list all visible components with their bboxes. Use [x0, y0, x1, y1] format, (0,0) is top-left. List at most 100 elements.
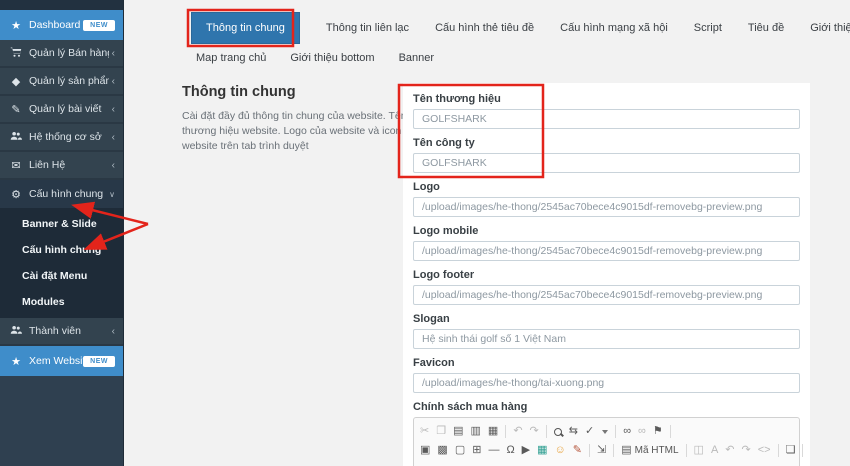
- users-icon: [8, 130, 24, 144]
- tab-bar-row1: Thông tin chung Thông tin liên lạc Cấu h…: [191, 10, 850, 46]
- toolbar-separator: [613, 444, 614, 457]
- toolbar-separator: [802, 444, 803, 457]
- toolbar-separator: [686, 444, 687, 457]
- gear-icon: ⚙: [8, 188, 24, 201]
- html-doc-icon: ▤: [621, 445, 631, 456]
- toolbar-separator: [670, 425, 671, 438]
- table-icon[interactable]: ⊞: [472, 445, 481, 456]
- logo-input[interactable]: [413, 197, 800, 217]
- toolbar-separator: [615, 425, 616, 438]
- field-ten-thuong-hieu: Tên thương hiệu: [413, 93, 800, 129]
- find-icon[interactable]: [554, 428, 562, 436]
- tab-cau-hinh-mang-xa-hoi[interactable]: Cấu hình mạng xã hội: [560, 22, 668, 34]
- star-icon: ★: [8, 355, 24, 368]
- section-intro: Thông tin chung Cài đặt đầy đủ thông tin…: [182, 84, 414, 155]
- special-char-icon[interactable]: Ω: [506, 445, 514, 456]
- slogan-input[interactable]: [413, 329, 800, 349]
- field-label: Logo footer: [413, 269, 800, 281]
- tab-gioi-thieu-top[interactable]: Giới thiệu top: [810, 22, 850, 34]
- field-label: Logo: [413, 181, 800, 193]
- anchor-flag-icon[interactable]: ⚑: [653, 426, 663, 437]
- sidebar-item-quan-ly-ban-hang[interactable]: Quản lý Bán hàng ‹: [0, 40, 123, 68]
- smiley-icon[interactable]: ☺: [555, 445, 566, 456]
- sidebar-item-lien-he[interactable]: ✉ Liên Hệ ‹: [0, 152, 123, 180]
- cut-icon[interactable]: ✂: [420, 426, 429, 437]
- chevron-left-icon: ‹: [112, 104, 115, 115]
- styles-icon[interactable]: ✎: [573, 445, 582, 456]
- chevron-left-icon: ‹: [112, 160, 115, 171]
- copy-icon[interactable]: ❐: [436, 426, 446, 437]
- spellcheck-icon[interactable]: ✓: [585, 426, 594, 437]
- replace-icon[interactable]: ⇆: [569, 426, 578, 437]
- paste-word-icon[interactable]: ▦: [488, 426, 498, 437]
- sidebar-item-thanh-vien[interactable]: Thành viên ‹: [0, 318, 123, 346]
- chevron-left-icon: ‹: [112, 326, 115, 337]
- tab-map-trang-chu[interactable]: Map trang chủ: [196, 52, 266, 64]
- template-icon[interactable]: ▦: [537, 445, 547, 456]
- sidebar: ★ Dashboard NEW Quản lý Bán hàng ‹ ◆ Quả…: [0, 0, 124, 466]
- toolbar-separator: [505, 425, 506, 438]
- logo-mobile-input[interactable]: [413, 241, 800, 261]
- maximize-icon[interactable]: ⇲: [597, 445, 606, 456]
- flash-icon[interactable]: ▩: [437, 445, 447, 456]
- sidebar-item-dashboard[interactable]: ★ Dashboard NEW: [0, 10, 123, 40]
- undo-icon[interactable]: ↶: [513, 426, 522, 437]
- sidebar-item-xem-website[interactable]: ★ Xem Website NEW: [0, 346, 123, 376]
- sidebar-item-he-thong-co-so[interactable]: Hệ thống cơ sở ‹: [0, 124, 123, 152]
- sidebar-item-quan-ly-bai-viet[interactable]: ✎ Quản lý bài viết ‹: [0, 96, 123, 124]
- sidebar-item-cau-hinh-chung[interactable]: ⚙ Cấu hình chung ∨: [0, 180, 123, 208]
- logo-footer-input[interactable]: [413, 285, 800, 305]
- highlight-icon[interactable]: A: [711, 445, 718, 456]
- brand-name-input[interactable]: [413, 109, 800, 129]
- envelope-icon: ✉: [8, 159, 24, 172]
- image-icon[interactable]: ▣: [420, 445, 430, 456]
- toolbar-row-2: ▣ ▩ ▢ ⊞ ― Ω ▶ ▦ ☺ ✎ ⇲ ▤ Mã HTML ◫ A: [420, 441, 793, 460]
- field-slogan: Slogan: [413, 313, 800, 349]
- redo-alt-icon[interactable]: ↷: [742, 445, 751, 456]
- submenu-item-banner-slide[interactable]: Banner & Slide: [0, 211, 123, 237]
- chevron-left-icon: ‹: [112, 132, 115, 143]
- company-name-input[interactable]: [413, 153, 800, 173]
- tab-tieu-de[interactable]: Tiêu đề: [748, 22, 784, 34]
- toolbar-separator: [589, 444, 590, 457]
- unlink-icon[interactable]: ∞: [638, 426, 646, 437]
- spellcheck-dropdown-icon[interactable]: [602, 430, 608, 434]
- toolbar-row-1: ✂ ❐ ▤ ▥ ▦ ↶ ↷ ⇆ ✓ ∞ ∞ ⚑: [420, 422, 793, 441]
- chevron-left-icon: ‹: [112, 76, 115, 87]
- tab-thong-tin-lien-lac[interactable]: Thông tin liên lạc: [326, 22, 409, 34]
- link-icon[interactable]: ∞: [623, 426, 631, 437]
- sidebar-item-quan-ly-san-pham[interactable]: ◆ Quản lý sản phẩm ‹: [0, 68, 123, 96]
- chevron-down-icon: ∨: [109, 190, 115, 199]
- video-icon[interactable]: ▶: [522, 445, 530, 456]
- paste-text-icon[interactable]: ▥: [471, 426, 481, 437]
- source-code-icon[interactable]: <>: [758, 445, 771, 456]
- redo-icon[interactable]: ↷: [530, 426, 539, 437]
- field-logo-mobile: Logo mobile: [413, 225, 800, 261]
- tab-thong-tin-chung[interactable]: Thông tin chung: [191, 12, 300, 44]
- tab-cau-hinh-the-tieu-de[interactable]: Cấu hình thẻ tiêu đề: [435, 22, 534, 34]
- section-description: Cài đặt đầy đủ thông tin chung của websi…: [182, 109, 414, 155]
- field-label: Logo mobile: [413, 225, 800, 237]
- chevron-left-icon: ‹: [112, 48, 115, 59]
- html-source-button[interactable]: ▤ Mã HTML: [621, 445, 678, 456]
- page-title: Thông tin chung: [182, 84, 414, 100]
- undo-alt-icon[interactable]: ↶: [725, 445, 734, 456]
- pagebreak-icon[interactable]: ▢: [455, 445, 465, 456]
- field-ten-cong-ty: Tên công ty: [413, 137, 800, 173]
- favicon-input[interactable]: [413, 373, 800, 393]
- submenu-item-modules[interactable]: Modules: [0, 289, 123, 315]
- cart-icon: [8, 46, 24, 60]
- horizontal-rule-icon[interactable]: ―: [488, 445, 499, 456]
- tab-script[interactable]: Script: [694, 22, 722, 34]
- field-chinh-sach-mua-hang: Chính sách mua hàng ✂ ❐ ▤ ▥ ▦ ↶ ↷ ⇆ ✓ ∞ …: [413, 401, 800, 466]
- selectall-icon[interactable]: ◫: [694, 445, 704, 456]
- submenu-item-cau-hinh-chung[interactable]: Cấu hình chung: [0, 237, 123, 263]
- preview-icon[interactable]: ❏: [786, 445, 796, 456]
- field-favicon: Favicon: [413, 357, 800, 393]
- tab-banner[interactable]: Banner: [399, 52, 434, 64]
- submenu-item-cai-dat-menu[interactable]: Cài đặt Menu: [0, 263, 123, 289]
- paste-icon[interactable]: ▤: [453, 426, 463, 437]
- sidebar-submenu: Banner & Slide Cấu hình chung Cài đặt Me…: [0, 208, 123, 318]
- toolbar-separator: [778, 444, 779, 457]
- tab-gioi-thieu-bottom[interactable]: Giới thiệu bottom: [290, 52, 374, 64]
